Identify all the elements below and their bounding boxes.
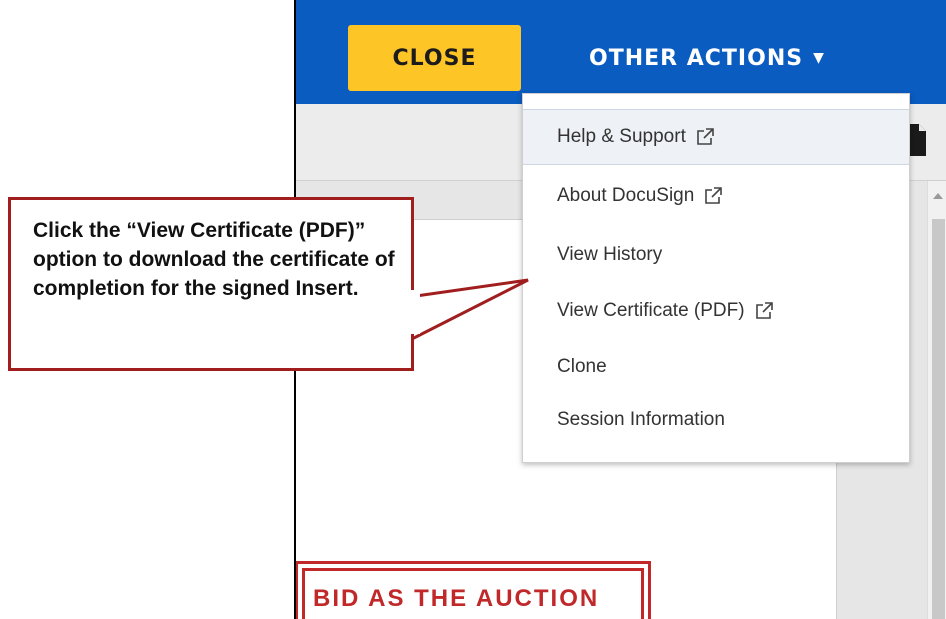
external-link-icon (755, 302, 773, 319)
scroll-thumb[interactable] (932, 219, 945, 619)
other-actions-button[interactable]: OTHER ACTIONS ▼ (589, 25, 825, 91)
instruction-callout: Click the “View Certificate (PDF)” optio… (8, 197, 414, 371)
close-button[interactable]: CLOSE (348, 25, 521, 91)
caret-down-icon: ▼ (813, 50, 825, 66)
menu-item-view-certificate[interactable]: View Certificate (PDF) (523, 283, 909, 339)
menu-item-label: About DocuSign (557, 185, 695, 206)
callout-text: Click the “View Certificate (PDF)” optio… (33, 219, 395, 300)
menu-item-about-docusign[interactable]: About DocuSign (523, 168, 909, 224)
stamp-text: BID AS THE AUCTION (313, 585, 600, 612)
menu-item-view-history[interactable]: View History (523, 227, 909, 283)
callout-pointer-joint (408, 290, 420, 334)
menu-item-label: Session Information (557, 409, 725, 430)
menu-item-label: View History (557, 244, 663, 265)
scrollbar[interactable] (927, 181, 946, 619)
menu-item-help-support[interactable]: Help & Support (523, 109, 909, 165)
document-icon[interactable] (908, 124, 926, 156)
top-bar: CLOSE OTHER ACTIONS ▼ (296, 0, 946, 104)
other-actions-menu: Help & Support About DocuSign View Histo… (522, 93, 910, 463)
auction-stamp: BID AS THE AUCTION (296, 561, 651, 619)
menu-item-clone[interactable]: Clone (523, 339, 909, 395)
other-actions-label: OTHER ACTIONS (589, 45, 804, 71)
external-link-icon (705, 187, 723, 204)
external-link-icon (697, 128, 714, 145)
menu-item-label: Clone (557, 356, 607, 377)
menu-item-session-information[interactable]: Session Information (523, 392, 909, 448)
menu-item-label: View Certificate (PDF) (557, 300, 745, 321)
menu-item-label: Help & Support (557, 126, 686, 147)
scroll-up-arrow-icon[interactable] (933, 193, 943, 199)
